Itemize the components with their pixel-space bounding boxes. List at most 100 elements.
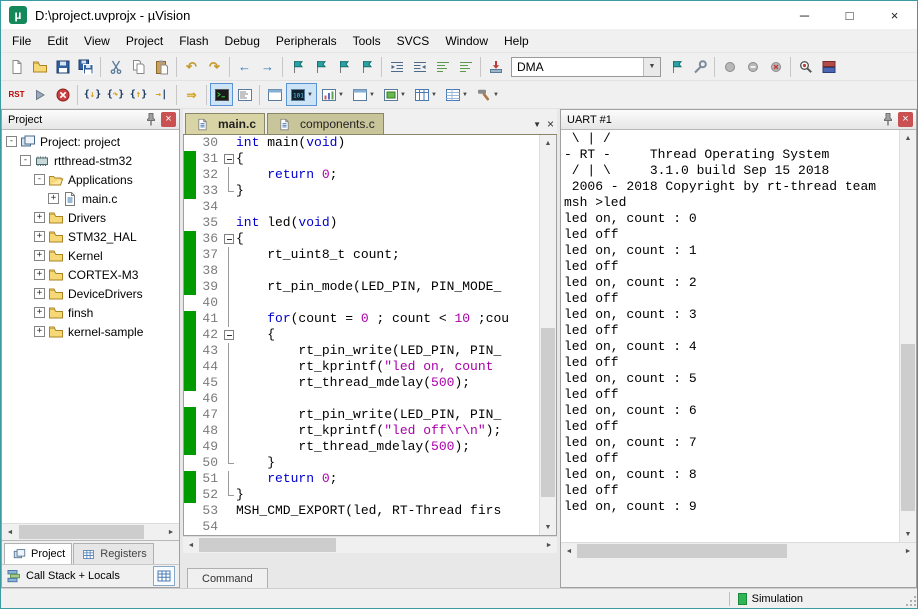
scroll-right-arrow[interactable]: ► bbox=[163, 524, 179, 540]
collapse-box[interactable]: - bbox=[20, 155, 31, 166]
help-books-button[interactable] bbox=[817, 55, 840, 78]
menu-peripherals[interactable]: Peripherals bbox=[268, 31, 345, 51]
call-stack-tab[interactable]: Call Stack + Locals bbox=[26, 570, 120, 582]
uart-vscrollbar[interactable]: ▲▼ bbox=[899, 130, 916, 542]
find-in-files-button[interactable] bbox=[794, 55, 817, 78]
bookmark-next-button[interactable] bbox=[332, 55, 355, 78]
new-file-button[interactable] bbox=[5, 55, 28, 78]
breakpoint-toggle-button[interactable] bbox=[718, 55, 741, 78]
pin-icon[interactable] bbox=[880, 112, 896, 128]
expand-box[interactable]: + bbox=[48, 193, 59, 204]
redo-button[interactable]: ↷ bbox=[203, 55, 226, 78]
stop-button[interactable] bbox=[51, 83, 74, 106]
tree-item-applications[interactable]: -Applications bbox=[2, 170, 179, 189]
expand-box[interactable]: + bbox=[34, 269, 45, 280]
workspace-tab-registers[interactable]: Registers bbox=[73, 543, 153, 564]
run-button[interactable] bbox=[28, 83, 51, 106]
tree-item-drivers[interactable]: +Drivers bbox=[2, 208, 179, 227]
scroll-thumb[interactable] bbox=[19, 525, 144, 539]
indent-button[interactable] bbox=[385, 55, 408, 78]
open-file-button[interactable] bbox=[28, 55, 51, 78]
tree-item-devicedrivers[interactable]: +DeviceDrivers bbox=[2, 284, 179, 303]
cut-button[interactable] bbox=[104, 55, 127, 78]
nav-forward-button[interactable]: → bbox=[256, 55, 279, 78]
tree-item-finsh[interactable]: +finsh bbox=[2, 303, 179, 322]
scroll-thumb[interactable] bbox=[901, 344, 915, 511]
scroll-left-arrow[interactable]: ◄ bbox=[183, 537, 199, 553]
command-tab[interactable]: Command bbox=[187, 568, 268, 588]
scroll-right-arrow[interactable]: ► bbox=[541, 537, 557, 553]
reset-button[interactable]: RST bbox=[5, 83, 28, 106]
step-over-button[interactable]: {↷} bbox=[104, 83, 127, 106]
fold-toggle[interactable] bbox=[223, 231, 236, 247]
menu-flash[interactable]: Flash bbox=[171, 31, 216, 51]
command-window-button[interactable] bbox=[210, 83, 233, 106]
analysis-window-button[interactable]: ▼ bbox=[317, 83, 348, 106]
comment-button[interactable] bbox=[431, 55, 454, 78]
memory-window-button[interactable]: ▼ bbox=[410, 83, 441, 106]
collapse-box[interactable]: - bbox=[34, 174, 45, 185]
flag-button[interactable] bbox=[665, 55, 688, 78]
menu-debug[interactable]: Debug bbox=[217, 31, 268, 51]
menu-tools[interactable]: Tools bbox=[345, 31, 389, 51]
project-panel-close-button[interactable]: × bbox=[161, 112, 176, 127]
copy-button[interactable] bbox=[127, 55, 150, 78]
tree-item-project-project[interactable]: -Project: project bbox=[2, 132, 179, 151]
toolbox-button[interactable]: ▼ bbox=[472, 83, 503, 106]
expand-box[interactable]: + bbox=[34, 250, 45, 261]
undo-button[interactable]: ↶ bbox=[180, 55, 203, 78]
combo-dropdown-icon[interactable]: ▼ bbox=[643, 58, 660, 76]
disassembly-window-button[interactable] bbox=[233, 83, 256, 106]
minimize-button[interactable]: ─ bbox=[782, 1, 827, 29]
project-tree-hscrollbar[interactable]: ◄► bbox=[2, 523, 179, 540]
system-viewer-button[interactable]: ▼ bbox=[379, 83, 410, 106]
target-select[interactable]: DMA▼ bbox=[511, 57, 661, 77]
step-out-button[interactable]: {↑} bbox=[127, 83, 150, 106]
tree-item-cortex-m3[interactable]: +CORTEX-M3 bbox=[2, 265, 179, 284]
flash-download-button[interactable] bbox=[484, 55, 507, 78]
expand-box[interactable]: + bbox=[34, 231, 45, 242]
scroll-up-arrow[interactable]: ▲ bbox=[540, 135, 556, 151]
fold-toggle[interactable] bbox=[223, 327, 236, 343]
menu-file[interactable]: File bbox=[4, 31, 39, 51]
scroll-thumb[interactable] bbox=[199, 538, 336, 552]
tree-item-rtthread-stm32[interactable]: -rtthread-stm32 bbox=[2, 151, 179, 170]
scroll-left-arrow[interactable]: ◄ bbox=[2, 524, 18, 540]
close-file-button[interactable]: × bbox=[547, 119, 554, 129]
close-button[interactable]: × bbox=[872, 1, 917, 29]
tab-list-button[interactable]: ▼ bbox=[533, 120, 541, 129]
uart-hscrollbar[interactable]: ◄► bbox=[561, 542, 916, 559]
run-to-cursor-button[interactable]: →| bbox=[150, 83, 173, 106]
scroll-down-arrow[interactable]: ▼ bbox=[540, 519, 556, 535]
options-for-target-button[interactable] bbox=[688, 55, 711, 78]
menu-edit[interactable]: Edit bbox=[39, 31, 76, 51]
scroll-thumb[interactable] bbox=[577, 544, 787, 558]
resize-grip[interactable] bbox=[903, 591, 917, 607]
scroll-left-arrow[interactable]: ◄ bbox=[561, 543, 577, 559]
expand-box[interactable]: + bbox=[34, 288, 45, 299]
expand-box[interactable]: + bbox=[34, 326, 45, 337]
bookmark-prev-button[interactable] bbox=[309, 55, 332, 78]
scroll-thumb[interactable] bbox=[541, 328, 555, 497]
editor-tab-components-c[interactable]: components.c bbox=[267, 113, 384, 134]
paste-button[interactable] bbox=[150, 55, 173, 78]
show-next-statement-button[interactable]: ⇒ bbox=[180, 83, 203, 106]
tree-item-kernel[interactable]: +Kernel bbox=[2, 246, 179, 265]
menu-help[interactable]: Help bbox=[496, 31, 537, 51]
maximize-button[interactable]: □ bbox=[827, 1, 872, 29]
breakpoint-kill-button[interactable] bbox=[764, 55, 787, 78]
tree-item-stm32-hal[interactable]: +STM32_HAL bbox=[2, 227, 179, 246]
expand-box[interactable]: + bbox=[34, 307, 45, 318]
breakpoint-disable-button[interactable] bbox=[741, 55, 764, 78]
scroll-up-arrow[interactable]: ▲ bbox=[900, 130, 916, 146]
nav-back-button[interactable]: ← bbox=[233, 55, 256, 78]
save-button[interactable] bbox=[51, 55, 74, 78]
pin-icon[interactable] bbox=[143, 112, 159, 128]
bookmark-toggle-button[interactable] bbox=[286, 55, 309, 78]
code-editor[interactable]: 30int main(void)31{32 return 0;33}3435in… bbox=[184, 135, 539, 535]
collapse-box[interactable]: - bbox=[6, 136, 17, 147]
tree-item-kernel-sample[interactable]: +kernel-sample bbox=[2, 322, 179, 341]
memory-window-tab[interactable] bbox=[153, 566, 175, 586]
outdent-button[interactable] bbox=[408, 55, 431, 78]
bookmark-clear-button[interactable] bbox=[355, 55, 378, 78]
